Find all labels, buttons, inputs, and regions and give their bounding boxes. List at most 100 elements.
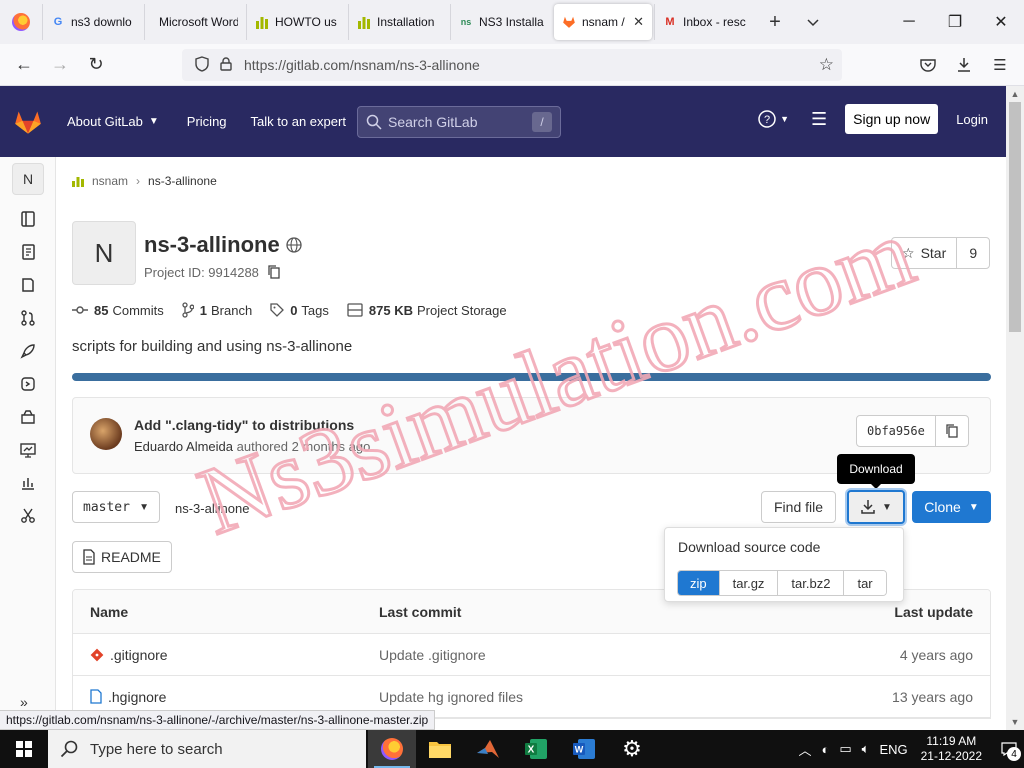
- star-count[interactable]: 9: [957, 238, 989, 268]
- sign-up-button[interactable]: Sign up now: [845, 104, 939, 134]
- page-scrollbar[interactable]: ▲ ▼: [1006, 86, 1024, 730]
- table-row[interactable]: .gitignore Update .gitignore 4 years ago: [73, 634, 990, 676]
- new-tab-button[interactable]: +: [756, 4, 794, 40]
- download-button[interactable]: ▼: [847, 490, 905, 524]
- clone-button[interactable]: Clone ▼: [912, 491, 991, 523]
- tags-stat[interactable]: 0 Tags: [270, 302, 329, 318]
- breadcrumb-group-link[interactable]: nsnam: [92, 174, 128, 188]
- file-commit-link[interactable]: Update .gitignore: [379, 647, 809, 663]
- header-right: ? ▼ ☰ Sign up now Login: [758, 104, 988, 134]
- branch-selector[interactable]: master ▼: [72, 491, 160, 523]
- lock-icon[interactable]: [214, 56, 238, 74]
- shield-icon[interactable]: [190, 55, 214, 75]
- list-all-tabs-button[interactable]: [794, 4, 832, 40]
- repository-icon[interactable]: [18, 242, 38, 262]
- browser-tab-microsoft-word[interactable]: Microsoft Word: [144, 4, 246, 40]
- start-button[interactable]: [0, 730, 48, 768]
- download-tar-gz-button[interactable]: tar.gz: [719, 571, 779, 595]
- help-menu-button[interactable]: ? ▼: [758, 110, 789, 128]
- close-icon[interactable]: ✕: [633, 14, 644, 30]
- notification-center-button[interactable]: 4: [994, 730, 1024, 768]
- snippets-scissors-icon[interactable]: [18, 506, 38, 526]
- input-language[interactable]: ENG: [879, 742, 907, 757]
- file-name-cell[interactable]: .gitignore: [73, 647, 379, 663]
- network-icon[interactable]: ▭: [839, 741, 851, 757]
- commit-sha-link[interactable]: 0bfa956e: [857, 416, 936, 446]
- url-bar[interactable]: https://gitlab.com/nsnam/ns-3-allinone ☆: [182, 49, 842, 81]
- scroll-down-arrow-icon[interactable]: ▼: [1006, 714, 1024, 730]
- gitlab-logo[interactable]: [0, 86, 56, 157]
- copy-sha-button[interactable]: [936, 416, 968, 446]
- hamburger-menu-icon[interactable]: ☰: [811, 109, 827, 130]
- readme-button[interactable]: README: [72, 541, 172, 573]
- download-tar-bz2-button[interactable]: tar.bz2: [778, 571, 845, 595]
- browser-tab-howto[interactable]: HOWTO us: [246, 4, 348, 40]
- firefox-menu-button[interactable]: [0, 0, 42, 44]
- star-label: Star: [920, 245, 947, 261]
- back-button[interactable]: ←: [6, 49, 42, 81]
- copy-icon[interactable]: [267, 264, 281, 280]
- download-zip-button[interactable]: zip: [678, 571, 720, 595]
- taskbar-matlab[interactable]: [464, 730, 512, 768]
- login-link[interactable]: Login: [956, 112, 988, 127]
- taskbar-clock[interactable]: 11:19 AM 21-12-2022: [921, 734, 982, 764]
- repository-languages-bar[interactable]: [72, 373, 991, 381]
- commit-title-link[interactable]: Add ".clang-tidy" to distributions: [134, 417, 354, 433]
- pricing-link[interactable]: Pricing: [187, 114, 227, 129]
- browser-tab-ns3-installation[interactable]: ns NS3 Installa: [450, 4, 552, 40]
- pocket-icon[interactable]: [910, 49, 946, 81]
- analytics-icon[interactable]: [18, 473, 38, 493]
- talk-to-expert-link[interactable]: Talk to an expert: [251, 114, 346, 129]
- file-name-cell[interactable]: .hgignore: [73, 689, 379, 705]
- sidebar-project-avatar[interactable]: N: [12, 163, 44, 195]
- downloads-icon[interactable]: [946, 49, 982, 81]
- deployments-icon[interactable]: [18, 374, 38, 394]
- meet-now-icon[interactable]: ◐: [821, 742, 829, 757]
- repo-path-link[interactable]: ns-3-allinone: [175, 501, 249, 516]
- browser-tab-installation[interactable]: Installation: [348, 4, 450, 40]
- forward-button[interactable]: →: [42, 49, 78, 81]
- monitor-icon[interactable]: [18, 440, 38, 460]
- author-avatar[interactable]: [90, 418, 122, 450]
- star-button[interactable]: ☆ Star 9: [891, 237, 991, 269]
- packages-icon[interactable]: [18, 407, 38, 427]
- maximize-button[interactable]: ❐: [932, 0, 978, 44]
- project-info-icon[interactable]: [18, 209, 38, 229]
- issues-icon[interactable]: [18, 275, 38, 295]
- svg-text:X: X: [528, 745, 535, 756]
- taskbar-firefox[interactable]: [368, 730, 416, 768]
- browser-tab-ns3-download[interactable]: G ns3 downlo: [42, 4, 144, 40]
- commits-stat[interactable]: 85 Commits: [72, 302, 164, 318]
- taskbar-excel[interactable]: X: [512, 730, 560, 768]
- taskbar-search-input[interactable]: Type here to search: [48, 730, 366, 768]
- chevron-up-icon[interactable]: ︿: [798, 740, 811, 759]
- browser-tab-inbox[interactable]: M Inbox - resc: [654, 4, 756, 40]
- file-name-link[interactable]: .gitignore: [110, 647, 168, 663]
- storage-stat: 875 KB Project Storage: [347, 302, 507, 318]
- minimize-button[interactable]: ─: [886, 0, 932, 44]
- file-commit-link[interactable]: Update hg ignored files: [379, 689, 809, 705]
- bookmark-star-icon[interactable]: ☆: [819, 55, 834, 75]
- scroll-up-arrow-icon[interactable]: ▲: [1006, 86, 1024, 102]
- find-file-button[interactable]: Find file: [761, 491, 837, 523]
- taskbar-settings[interactable]: ⚙: [608, 730, 656, 768]
- file-name-link[interactable]: .hgignore: [108, 689, 166, 705]
- hamburger-menu-icon[interactable]: ☰: [982, 49, 1018, 81]
- browser-tab-nsnam-active[interactable]: nsnam / ✕: [554, 4, 652, 40]
- commit-author-link[interactable]: Eduardo Almeida: [134, 439, 233, 454]
- about-gitlab-menu[interactable]: About GitLab ▼: [67, 114, 159, 129]
- google-icon: G: [53, 16, 63, 28]
- breadcrumb-project-link[interactable]: ns-3-allinone: [148, 174, 217, 188]
- search-input[interactable]: Search GitLab /: [357, 106, 561, 138]
- reload-button[interactable]: ↻: [78, 49, 114, 81]
- download-tar-button[interactable]: tar: [844, 571, 886, 595]
- volume-icon[interactable]: 🔈︎: [862, 741, 870, 757]
- scrollbar-thumb[interactable]: [1009, 102, 1021, 332]
- taskbar-file-explorer[interactable]: [416, 730, 464, 768]
- branch-stat[interactable]: 1 Branch: [182, 302, 252, 318]
- merge-requests-icon[interactable]: [18, 308, 38, 328]
- collapse-sidebar-icon[interactable]: »: [20, 694, 28, 710]
- taskbar-word[interactable]: W: [560, 730, 608, 768]
- close-window-button[interactable]: ✕: [978, 0, 1024, 44]
- ci-cd-rocket-icon[interactable]: [18, 341, 38, 361]
